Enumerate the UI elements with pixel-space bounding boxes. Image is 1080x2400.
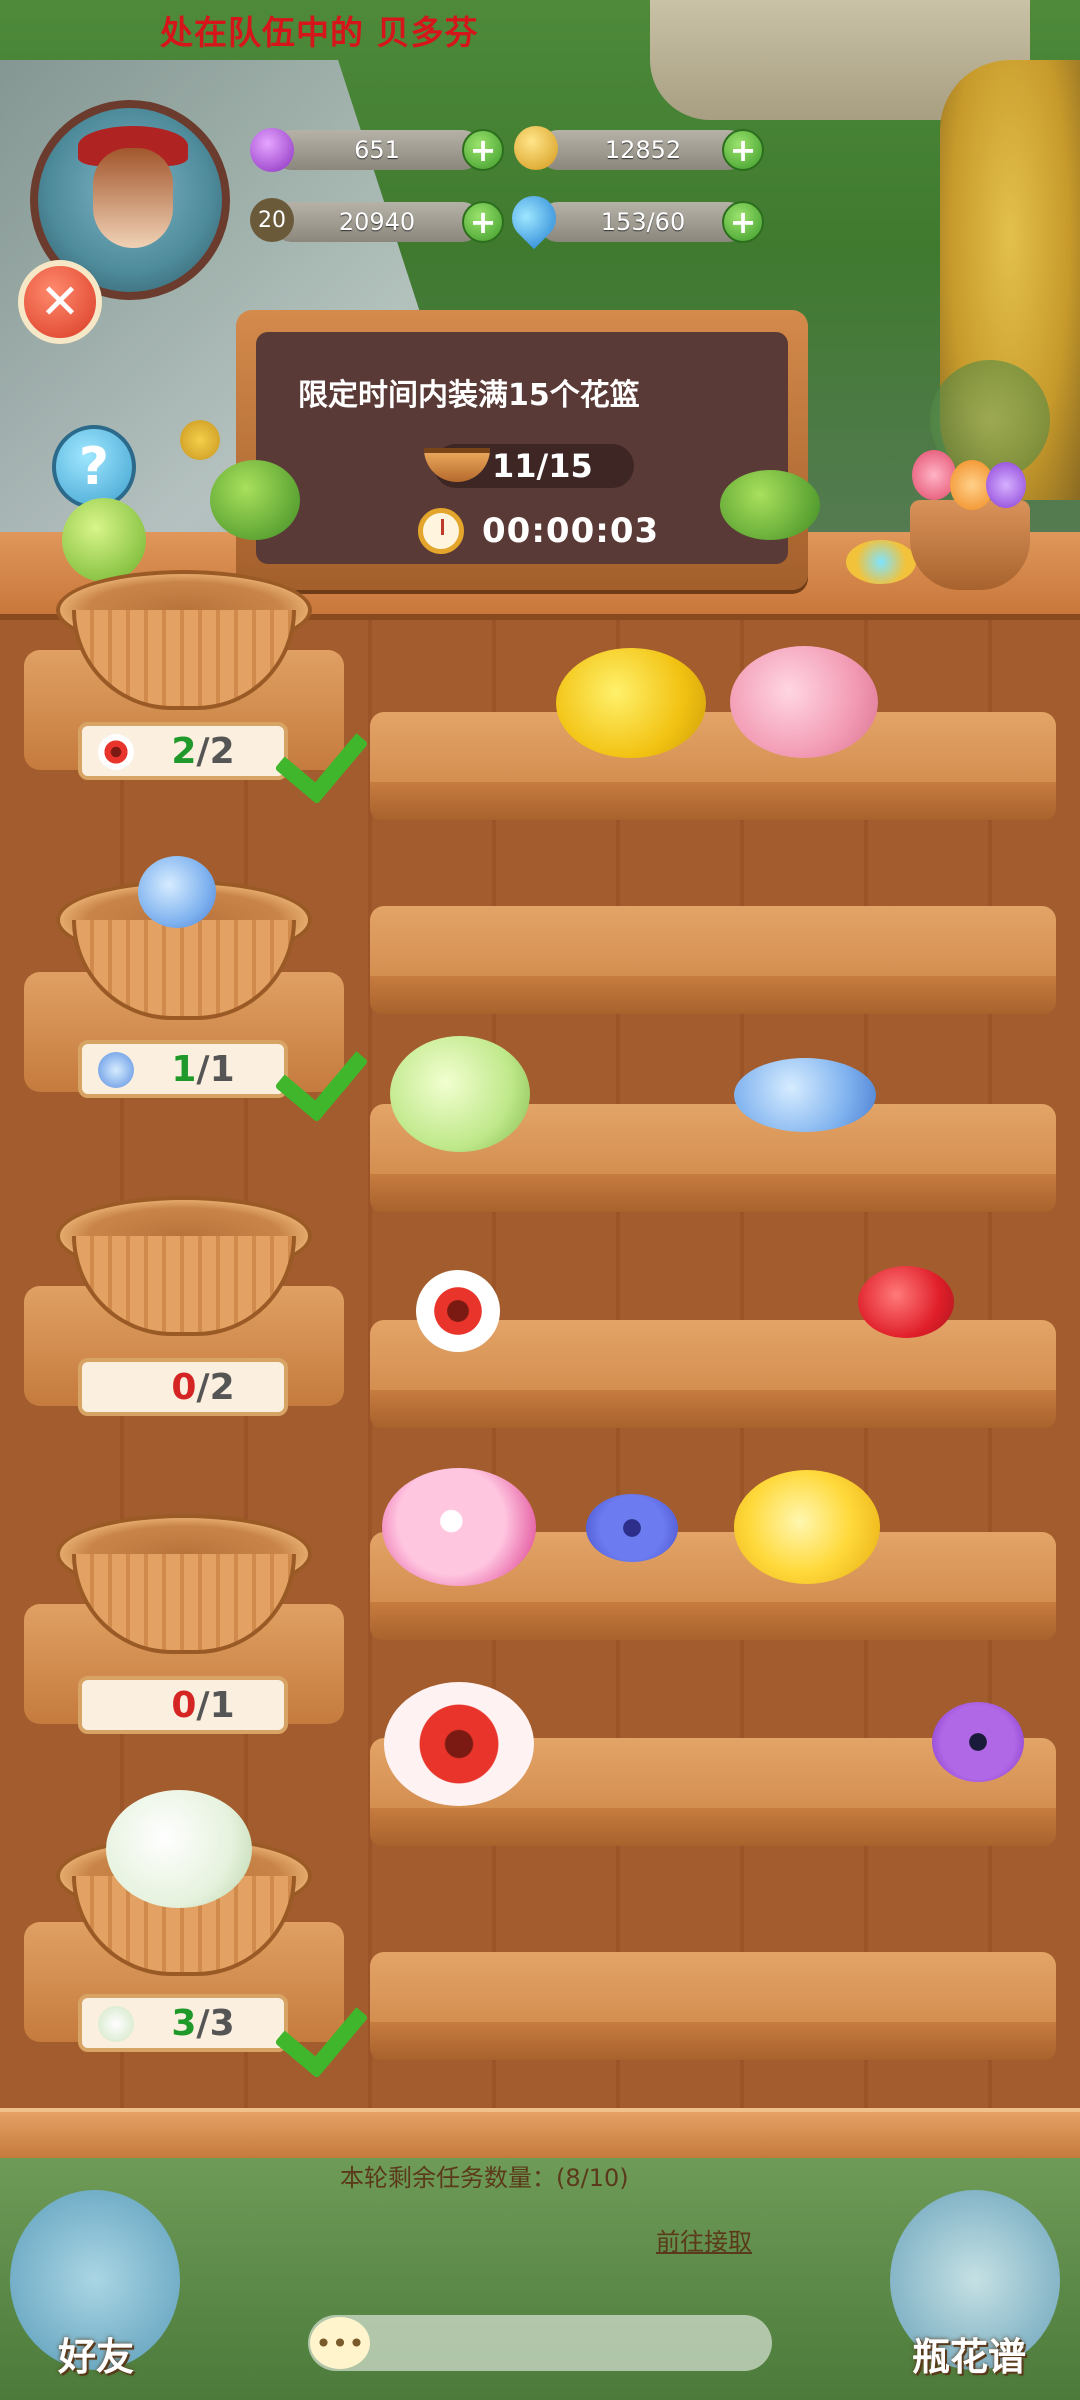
basket-1-requirement: 2/2: [78, 722, 288, 780]
purple-anemone-flower[interactable]: [932, 1702, 1024, 1782]
white-hydrangea-in-basket: [106, 1790, 252, 1908]
add-water-button[interactable]: +: [722, 201, 764, 243]
yellow-lily-flower[interactable]: [734, 1470, 880, 1584]
basket-4-requirement: 0/1: [78, 1676, 288, 1734]
basket-1[interactable]: [56, 570, 312, 720]
red-hibiscus-flower[interactable]: [858, 1266, 954, 1338]
gaillardia-flower[interactable]: [416, 1270, 500, 1352]
friends-label: 好友: [58, 2335, 135, 2379]
team-status-text: 处在队伍中的 贝多芬: [160, 13, 479, 52]
exp-counter: 20940: [272, 202, 482, 242]
shelf-7: [370, 1952, 1056, 2060]
stopwatch-icon: [418, 508, 464, 554]
level-badge-icon: 20: [250, 198, 294, 242]
chat-bubble-icon[interactable]: •••: [310, 2317, 370, 2369]
blue-cornflower-flower[interactable]: [586, 1494, 678, 1562]
flower-book-label: 瓶花谱: [912, 2335, 1027, 2379]
avatar-face: [93, 148, 173, 248]
goto-accept-link[interactable]: 前往接取: [656, 2222, 752, 2257]
pot-flower-pink: [912, 450, 956, 500]
close-button[interactable]: ✕: [18, 260, 102, 344]
blue-hydrangea-in-basket: [138, 856, 216, 928]
pink-lily-flower[interactable]: [382, 1468, 536, 1586]
shelf-bottom-ledge: [0, 2108, 1080, 2158]
check-icon: [260, 1034, 350, 1094]
white-hydrangea-icon: [98, 2006, 134, 2042]
task-board: 限定时间内装满15个花篮 11/15 00:00:03: [236, 310, 808, 590]
yellow-rose-flower[interactable]: [556, 648, 706, 758]
gem-icon: [250, 128, 294, 172]
green-rose-flower[interactable]: [390, 1036, 530, 1152]
coins-counter: 12852: [538, 130, 748, 170]
task-board-panel: 限定时间内装满15个花篮 11/15 00:00:03: [256, 332, 788, 564]
gaillardia-flower[interactable]: [384, 1682, 534, 1806]
shelf-1: [370, 712, 1056, 820]
help-button[interactable]: ?: [52, 425, 136, 509]
leaf-decoration-left: [210, 460, 300, 540]
blue-hydrangea-icon: [98, 1052, 134, 1088]
task-goal-text: 限定时间内装满15个花篮: [298, 378, 640, 413]
flower-pot-decoration: [900, 440, 1030, 590]
pink-hydrangea-flower[interactable]: [730, 646, 878, 758]
gems-counter: 651: [272, 130, 482, 170]
add-gems-button[interactable]: +: [462, 129, 504, 171]
leaf-decoration-right: [720, 470, 820, 540]
task-remaining-text: 本轮剩余任务数量：(8/10): [340, 2164, 629, 2192]
add-exp-button[interactable]: +: [462, 201, 504, 243]
basket-icon: [424, 448, 490, 482]
blue-hydrangea-flower[interactable]: [734, 1058, 876, 1132]
chat-input[interactable]: [308, 2315, 772, 2371]
pot-flower-purple: [986, 462, 1026, 508]
basket-5-requirement: 3/3: [78, 1994, 288, 2052]
basket-4[interactable]: [56, 1514, 312, 1664]
basket-progress: 11/15: [424, 444, 634, 488]
basket-2-requirement: 1/1: [78, 1040, 288, 1098]
yellow-flower-decoration: [180, 420, 220, 460]
pot: [910, 500, 1030, 590]
countdown-timer: 00:00:03: [418, 508, 659, 554]
check-icon: [260, 716, 350, 776]
check-icon: [260, 1990, 350, 2050]
basket-3-requirement: 0/2: [78, 1358, 288, 1416]
water-counter: 153/60: [538, 202, 748, 242]
shelf-2: [370, 906, 1056, 1014]
coin-icon: [514, 126, 558, 170]
gaillardia-icon: [98, 734, 134, 770]
basket-3[interactable]: [56, 1196, 312, 1346]
add-coins-button[interactable]: +: [722, 129, 764, 171]
